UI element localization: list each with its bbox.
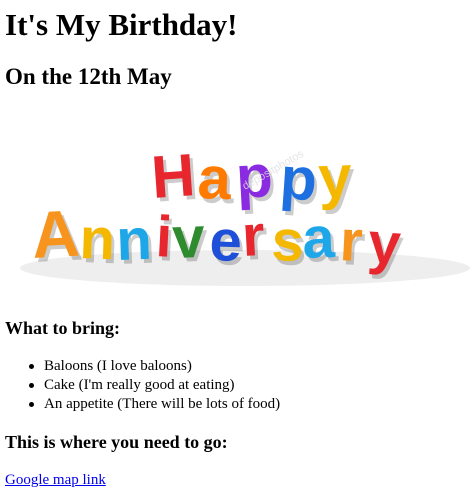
banner-letter: v [171, 205, 206, 271]
list-item: An appetite (There will be lots of food) [25, 395, 280, 414]
banner-letter: r [240, 203, 266, 269]
list-item: Baloons (I love baloons) [25, 357, 280, 376]
banner-word-anniversary: AA nn nn ii vv ee rr ss aa rr yy [30, 196, 406, 282]
directions-heading: This is where you need to go: [5, 432, 228, 452]
google-map-link[interactable]: Google map link [5, 470, 106, 490]
banner-letter: r [338, 208, 364, 274]
banner-letter: a [197, 144, 233, 212]
banner-letter: n [79, 206, 117, 272]
banner-letter: y [317, 143, 353, 211]
banner-letter: s [271, 208, 306, 274]
banner-letter: e [209, 208, 244, 274]
page-subtitle: On the 12th May [5, 64, 172, 89]
anniversary-banner-graphic: HH aa pp pp yy AA nn nn ii vv ee rr ss aa rr yy deposi… [5, 118, 471, 308]
bullet-icon [29, 364, 34, 369]
bullet-icon [29, 402, 34, 407]
bring-heading: What to bring: [5, 318, 121, 338]
list-item: Cake (I'm really good at eating) [25, 376, 280, 395]
banner-letter: A [30, 196, 81, 272]
list-item-text: An appetite (There will be lots of food) [44, 396, 281, 412]
banner-letter: n [115, 207, 153, 273]
bullet-icon [29, 383, 34, 388]
banner-letter: a [301, 205, 336, 271]
list-item-text: Cake (I'm really good at eating) [44, 377, 235, 393]
bring-list: Baloons (I love baloons) Cake (I'm reall… [25, 357, 280, 414]
banner-letter: y [366, 210, 403, 277]
banner-letter: H [149, 141, 197, 211]
list-item-text: Baloons (I love baloons) [44, 358, 192, 374]
page-title: It's My Birthday! [5, 7, 238, 42]
anniversary-banner-image: HHaappppyy AAnnnniivveerrssaarryy deposi… [5, 118, 471, 308]
